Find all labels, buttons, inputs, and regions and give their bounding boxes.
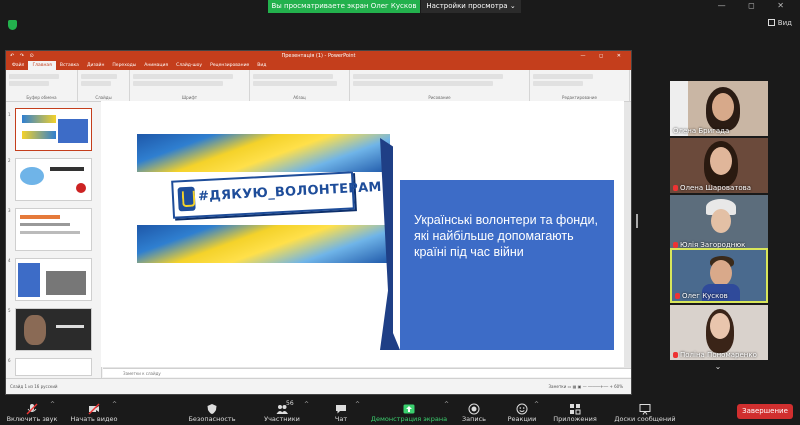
meeting-toolbar: Включить звук ^ Начать видео ^ Безопасно…	[0, 397, 800, 425]
ukraine-flag-band-bottom	[137, 225, 390, 263]
ribbon-tab[interactable]: Рецензирование	[206, 61, 253, 70]
share-screen-button[interactable]: Демонстрация экрана	[370, 397, 448, 425]
slide-thumbnail[interactable]	[15, 208, 92, 251]
chevron-down-icon[interactable]: ⌄	[708, 362, 728, 376]
ribbon-group-editing[interactable]: Редактирование	[530, 70, 630, 101]
slide-counter: Слайд 1 из 16 русский	[10, 384, 58, 389]
splitter-handle[interactable]	[636, 214, 638, 228]
shield-icon[interactable]	[8, 20, 17, 30]
chevron-up-icon[interactable]: ^	[355, 401, 360, 408]
ribbon-group-paragraph[interactable]: Абзац	[250, 70, 350, 101]
zoom-controls[interactable]: Заметки ▭ ▦ ▣ — ─────+── + 60%	[548, 379, 623, 395]
participant-tile-active-speaker[interactable]: Олег Кусков	[670, 248, 768, 303]
slide-text: Українські волонтери та фонди, які найбі…	[414, 213, 598, 259]
apps-button[interactable]: Приложения	[546, 397, 604, 425]
mic-muted-icon	[26, 400, 38, 415]
whiteboard-icon	[639, 400, 651, 415]
ribbon-group-clipboard[interactable]: Буфер обмена	[6, 70, 78, 101]
chevron-up-icon[interactable]: ^	[112, 401, 117, 408]
security-button[interactable]: Безопасность	[184, 397, 240, 425]
chevron-up-icon[interactable]: ^	[50, 401, 55, 408]
ribbon-tab[interactable]: Вставка	[56, 61, 83, 70]
ribbon-group-slides[interactable]: Слайды	[78, 70, 130, 101]
ribbon-tab[interactable]: Вид	[253, 61, 270, 70]
slide-thumbnail[interactable]	[15, 308, 92, 351]
mic-off-icon	[673, 352, 678, 358]
slide-thumbnail[interactable]	[15, 108, 92, 151]
window-controls[interactable]: — ◻ ✕	[718, 1, 794, 10]
participants-count: 56	[286, 400, 294, 407]
participant-tile[interactable]: Юлія Загороднюк	[670, 195, 768, 250]
ppt-title-bar: ↶ ↷ ⊙ Презентація (1) - PowerPoint — ◻ ✕	[6, 51, 631, 61]
ribbon-tab-active[interactable]: Главная	[28, 61, 56, 70]
ribbon-group-font[interactable]: Шрифт	[130, 70, 250, 101]
ribbon-tab[interactable]: Слайд-шоу	[172, 61, 206, 70]
current-slide: #ДЯКУЮ_ВОЛОНТЕРАМ Українські волонтери т…	[101, 101, 624, 367]
participants-button[interactable]: Участники	[254, 397, 310, 425]
slide-thumbnail-pane[interactable]: 1 2 3 4 5 6	[6, 102, 102, 378]
slide-text-box: Українські волонтери та фонди, які найбі…	[400, 180, 614, 350]
video-off-icon	[88, 400, 100, 415]
participant-name: Олена Шароватова	[673, 184, 751, 192]
apps-icon	[569, 400, 581, 415]
participant-name: Поліна Пономаренко	[673, 351, 757, 359]
participant-name: Олег Кусков	[675, 292, 728, 300]
ppt-window-controls[interactable]: — ◻ ✕	[580, 51, 627, 61]
end-meeting-button[interactable]: Завершение	[737, 404, 793, 419]
chevron-up-icon[interactable]: ^	[444, 401, 449, 408]
participant-tile[interactable]: Поліна Пономаренко	[670, 305, 768, 360]
thanks-volunteers-banner: #ДЯКУЮ_ВОЛОНТЕРАМ	[171, 171, 382, 219]
ppt-status-bar: Слайд 1 из 16 русский Заметки ▭ ▦ ▣ — ──…	[6, 378, 631, 394]
view-options-button[interactable]: Настройки просмотра ⌄	[421, 0, 521, 13]
chevron-up-icon[interactable]: ^	[534, 401, 539, 408]
sharing-banner: Вы просматриваете экран Олег Кусков	[268, 0, 420, 13]
participant-tile[interactable]: Олена Шароватова	[670, 138, 768, 193]
smiley-icon	[516, 400, 528, 415]
chevron-up-icon[interactable]: ^	[304, 401, 309, 408]
ribbon-tab[interactable]: Переходы	[108, 61, 140, 70]
quick-access-toolbar[interactable]: ↶ ↷ ⊙	[10, 51, 36, 61]
ribbon-tabs: Файл Главная Вставка Дизайн Переходы Ани…	[6, 61, 631, 70]
share-screen-icon	[403, 400, 415, 414]
ppt-window-title: Презентація (1) - PowerPoint	[281, 53, 356, 59]
view-button[interactable]: Вид	[767, 19, 792, 27]
ribbon-group-drawing[interactable]: Рисование	[350, 70, 530, 101]
slide-thumbnail[interactable]	[15, 358, 92, 376]
grid-icon	[767, 19, 775, 26]
participant-name: Олена Бригада	[673, 127, 730, 135]
participant-tile[interactable]: Олена Бригада	[670, 81, 768, 136]
mic-off-icon	[673, 185, 678, 191]
slide-thumbnail[interactable]	[15, 158, 92, 201]
chat-icon	[335, 400, 347, 414]
mic-off-icon	[675, 293, 680, 299]
ribbon: Буфер обмена Слайды Шрифт Абзац Рисовани…	[6, 70, 631, 102]
record-button[interactable]: Запись	[454, 397, 494, 425]
notes-pane[interactable]: Заметки к слайду	[103, 368, 631, 377]
ukraine-flag-band-top	[137, 134, 390, 172]
whiteboards-button[interactable]: Доски сообщений	[612, 397, 678, 425]
ribbon-tab[interactable]: Файл	[8, 61, 28, 70]
ribbon-tab[interactable]: Анимация	[140, 61, 172, 70]
shield-icon	[206, 400, 218, 414]
record-icon	[468, 400, 480, 415]
ribbon-tab[interactable]: Дизайн	[83, 61, 108, 70]
slide-thumbnail[interactable]	[15, 258, 92, 301]
trident-icon	[177, 186, 196, 212]
top-bar: Вы просматриваете экран Олег Кусков Наст…	[0, 0, 800, 14]
